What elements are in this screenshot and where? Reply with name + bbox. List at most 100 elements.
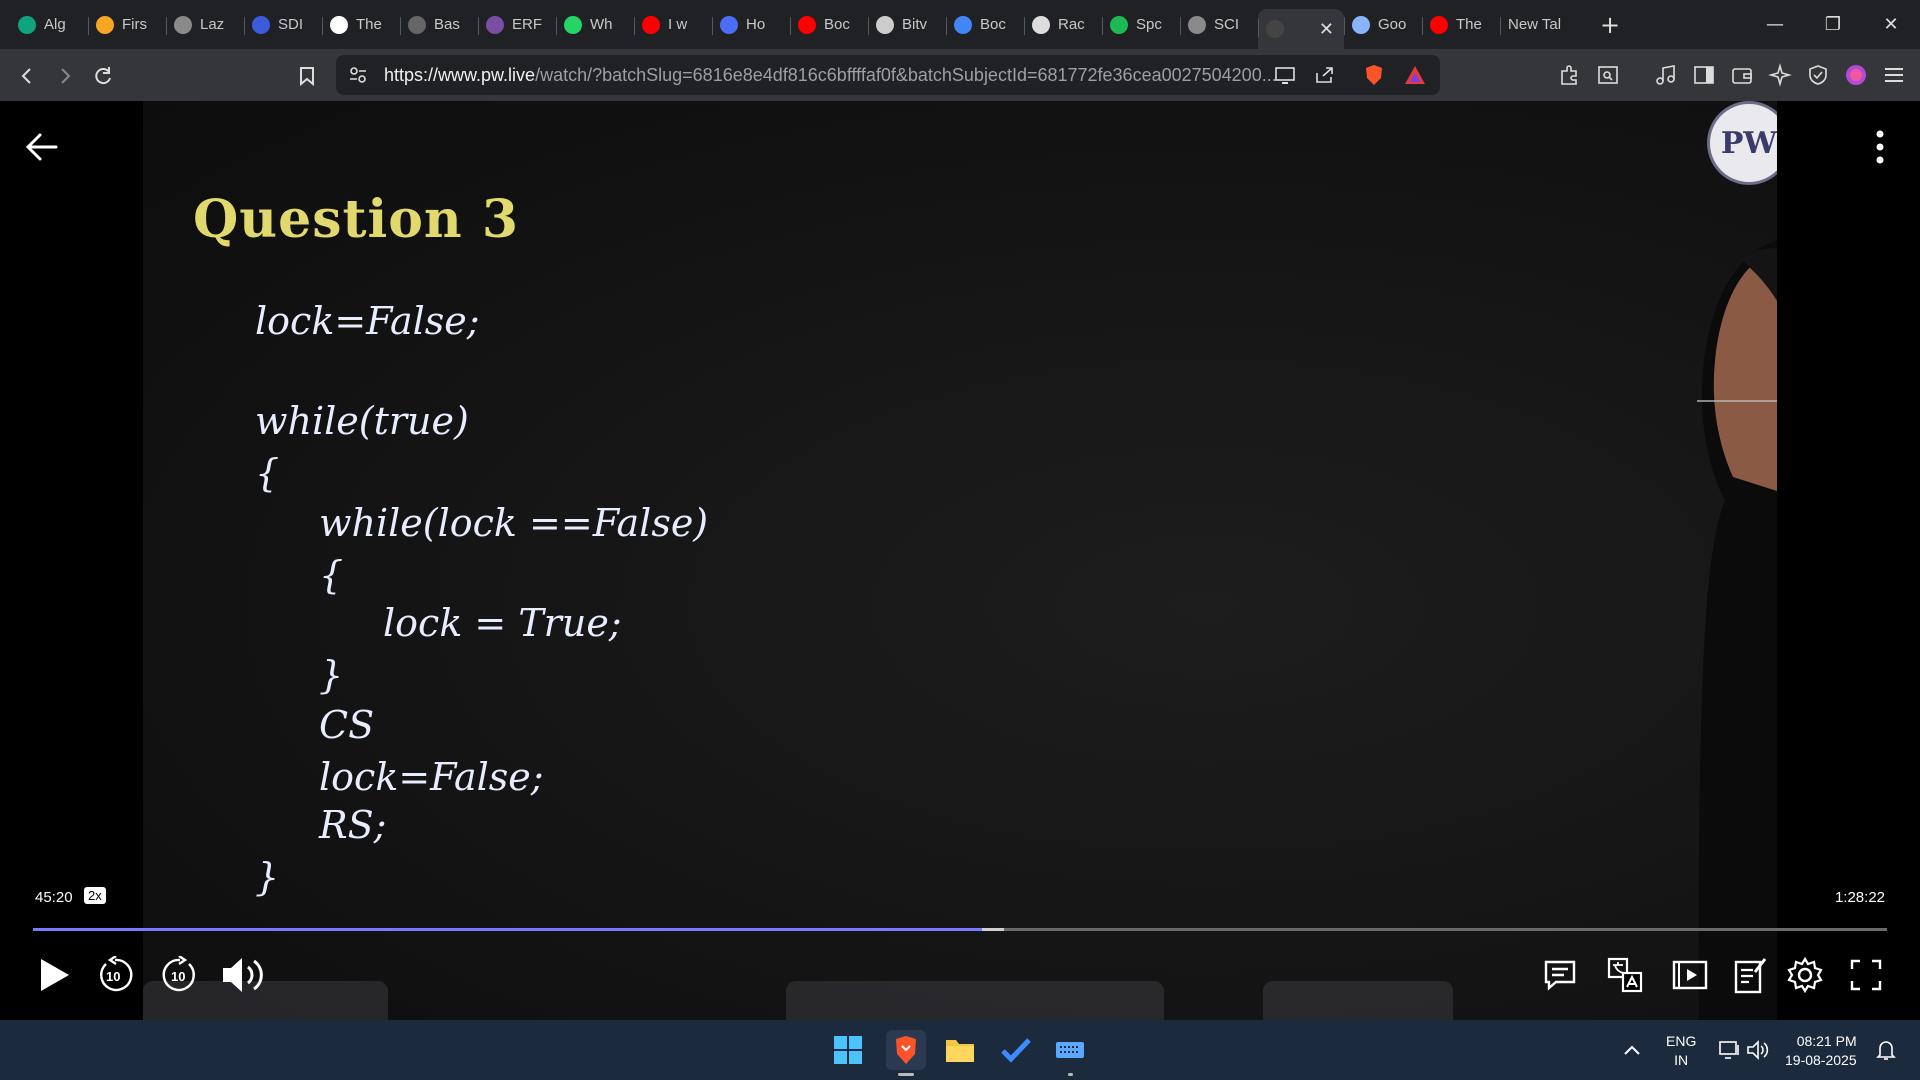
tab-title: Bas [434,16,460,33]
profile-avatar-icon[interactable] [1842,61,1870,89]
seek-bar[interactable] [33,928,1887,931]
browser-tab[interactable]: Boc [790,7,868,43]
picture-in-picture-icon[interactable] [1670,955,1710,995]
browser-tab[interactable]: ✕ [1258,9,1344,49]
pw-logo-icon [1266,20,1284,38]
tab-title: The [1456,16,1482,33]
gemini-icon [1352,15,1370,34]
current-time: 45:20 [35,889,73,906]
play-icon[interactable] [34,955,74,995]
browser-tab[interactable]: Goo [1344,7,1422,43]
code-line: while(true) [255,399,469,443]
code-line: CS [319,703,375,747]
tab-title: New Tal [1508,16,1562,33]
notes-icon[interactable] [1730,955,1770,995]
video-player[interactable]: Question 3 lock=False; while(true) { whi… [0,101,1920,1021]
translate-icon[interactable] [1605,955,1645,995]
tab-title: Wh [590,16,613,33]
forward-10-icon[interactable]: 10 [160,955,200,995]
erf-logo-icon [486,15,504,34]
language-indicator[interactable]: ENG IN [1666,1032,1696,1070]
sidebar-icon[interactable] [1690,61,1718,89]
tab-title: Laz [200,16,225,33]
browser-tab[interactable]: Bas [400,7,478,43]
video-frame[interactable]: Question 3 lock=False; while(true) { whi… [143,101,1777,1020]
browser-tab[interactable]: Laz [166,7,244,43]
more-options-icon[interactable] [1870,127,1890,167]
notification-bell-icon[interactable] [1866,1030,1906,1070]
back-nav-icon[interactable] [12,61,42,91]
back-arrow-icon[interactable] [24,129,60,165]
cast-icon[interactable] [1274,65,1296,89]
close-window-icon[interactable]: ✕ [1862,0,1920,49]
browser-tab[interactable]: Rac [1024,7,1102,43]
leo-ai-icon[interactable] [1766,61,1794,89]
media-controls-icon[interactable] [1652,61,1680,89]
lightning-icon [96,15,114,34]
site-info-icon[interactable] [348,65,368,89]
volume-icon[interactable] [220,953,266,997]
youtube-icon [1430,15,1448,34]
new-tab-button[interactable]: + [1590,11,1630,39]
keyboard-app-icon[interactable] [1050,1030,1090,1076]
rewind-seconds-label: 10 [106,969,121,984]
played-bar [33,928,983,931]
language-code: ENG [1666,1033,1697,1049]
fullscreen-icon[interactable] [1846,955,1886,995]
vpn-icon[interactable] [1804,61,1832,89]
close-tab-icon[interactable]: ✕ [1319,19,1334,40]
bookmark-icon[interactable] [292,61,322,91]
tab-title: Rac [1058,16,1085,33]
openai-icon [1032,15,1050,34]
url-path: /watch/?batchSlug=6816e8e4df816c6bffffaf… [535,65,1277,85]
rewind-10-icon[interactable]: 10 [95,955,135,995]
tab-title: Alg [44,16,66,33]
globe-icon [174,15,192,34]
share-icon[interactable] [1314,65,1336,89]
reader-mode-icon[interactable] [1594,61,1622,89]
browser-tab[interactable]: Wh [556,7,634,43]
minimize-icon[interactable]: — [1746,0,1804,49]
tab-title: ERF [512,16,542,33]
browser-tab[interactable]: Firs [88,7,166,43]
browser-tab[interactable]: Spc [1102,7,1180,43]
browser-tab[interactable]: The [322,7,400,43]
spotify-icon [1110,15,1128,34]
restore-icon[interactable]: ❐ [1804,0,1862,49]
tab-title: Ho [746,16,766,33]
browser-tab[interactable]: SCI [1180,7,1258,43]
speaker-icon[interactable] [1738,1030,1778,1070]
extensions-icon[interactable] [1556,61,1584,89]
browser-tab[interactable]: Alg [10,7,88,43]
browser-tab[interactable]: I w [634,7,712,43]
address-bar[interactable]: https://www.pw.live/watch/?batchSlug=681… [336,55,1440,95]
show-hidden-icons-chevron-icon[interactable] [1612,1030,1652,1070]
playback-speed-badge[interactable]: 2x [84,887,106,904]
todo-check-icon[interactable] [996,1030,1036,1070]
brave-shields-icon[interactable] [1362,63,1386,91]
chat-icon[interactable] [1540,955,1580,995]
code-line: { [255,451,280,495]
windows-start-icon[interactable] [828,1030,868,1070]
windows-taskbar: ENG IN 08:21 PM 19-08-2025 [0,1020,1920,1080]
browser-tab[interactable]: Ho [712,7,790,43]
browser-tab[interactable]: The [1422,7,1500,43]
browser-tab[interactable]: New Tal [1500,7,1590,43]
browser-menu-icon[interactable] [1880,61,1908,89]
wallet-icon[interactable] [1728,61,1756,89]
presenter-figure [1637,241,1777,1020]
sdi-logo-icon [252,15,270,34]
browser-tab[interactable]: Boc [946,7,1024,43]
brave-rewards-icon[interactable] [1404,64,1426,90]
browser-tab[interactable]: Bitv [868,7,946,43]
browser-tab[interactable]: SDI [244,7,322,43]
globe-icon [1188,15,1206,34]
reload-icon[interactable] [88,61,118,91]
system-clock[interactable]: 08:21 PM 19-08-2025 [1785,1032,1857,1070]
browser-tab[interactable]: ERF [478,7,556,43]
file-explorer-icon[interactable] [940,1030,980,1070]
forward-nav-icon[interactable] [50,61,80,91]
settings-gear-icon[interactable] [1785,955,1825,995]
brave-browser-icon[interactable] [886,1030,926,1076]
code-line: lock = True; [383,601,622,645]
